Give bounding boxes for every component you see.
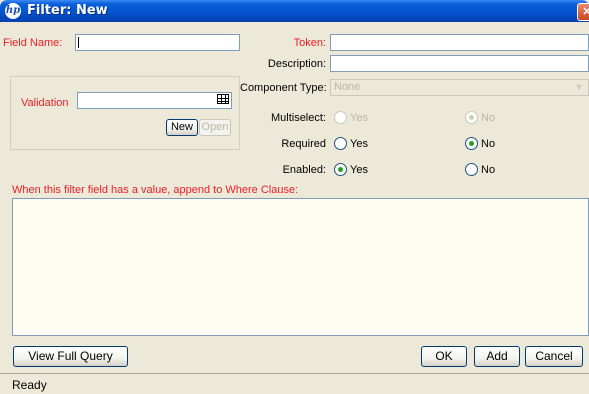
description-label: Description: (267, 58, 326, 70)
add-button[interactable]: Add (474, 346, 520, 367)
cancel-button[interactable]: Cancel (525, 346, 583, 367)
close-icon[interactable]: ✕ (577, 3, 589, 21)
window-title: Filter: New (27, 3, 108, 18)
multiselect-no-radio[interactable] (465, 111, 478, 124)
token-label: Token: (293, 37, 326, 49)
view-full-query-button[interactable]: View Full Query (13, 346, 128, 367)
required-yes-label: Yes (350, 138, 368, 150)
enabled-no-radio[interactable] (465, 163, 478, 176)
multiselect-no-label: No (481, 112, 496, 124)
new-validation-button[interactable]: New (166, 119, 198, 136)
required-label: Required (281, 138, 326, 150)
chevron-down-icon[interactable]: ▼ (571, 80, 587, 95)
where-clause-label: When this filter field has a value, appe… (12, 184, 299, 196)
filter-dialog: hp Filter: New ✕ Field Name: Token: Desc… (0, 0, 589, 394)
open-validation-button[interactable]: Open (199, 119, 231, 136)
validation-group (10, 76, 240, 150)
required-no-radio[interactable] (465, 137, 478, 150)
multiselect-yes-label: Yes (350, 112, 368, 124)
enabled-yes-label: Yes (350, 164, 368, 176)
enabled-no-label: No (481, 164, 496, 176)
validation-label: Validation (21, 97, 69, 109)
text-caret (78, 37, 79, 48)
field-name-label: Field Name: (3, 37, 63, 49)
validation-input[interactable] (77, 92, 232, 109)
token-input[interactable] (330, 34, 589, 51)
status-text: Ready (12, 378, 47, 392)
enabled-label: Enabled: (282, 164, 326, 176)
component-type-select[interactable]: None (330, 79, 589, 96)
multiselect-yes-radio[interactable] (334, 111, 347, 124)
enabled-yes-radio[interactable] (334, 163, 347, 176)
where-clause-textarea[interactable] (12, 198, 589, 336)
field-name-input[interactable] (75, 34, 240, 51)
ok-button[interactable]: OK (421, 346, 467, 367)
lookup-grid-icon[interactable] (217, 94, 229, 104)
required-no-label: No (481, 138, 496, 150)
required-yes-radio[interactable] (334, 137, 347, 150)
multiselect-label: Multiselect: (270, 112, 326, 124)
hp-logo-icon: hp (5, 3, 21, 19)
title-bar[interactable]: hp Filter: New ✕ (0, 0, 589, 22)
description-input[interactable] (330, 55, 589, 72)
component-type-label: Component Type: (240, 82, 327, 94)
status-bar: Ready (0, 373, 589, 394)
